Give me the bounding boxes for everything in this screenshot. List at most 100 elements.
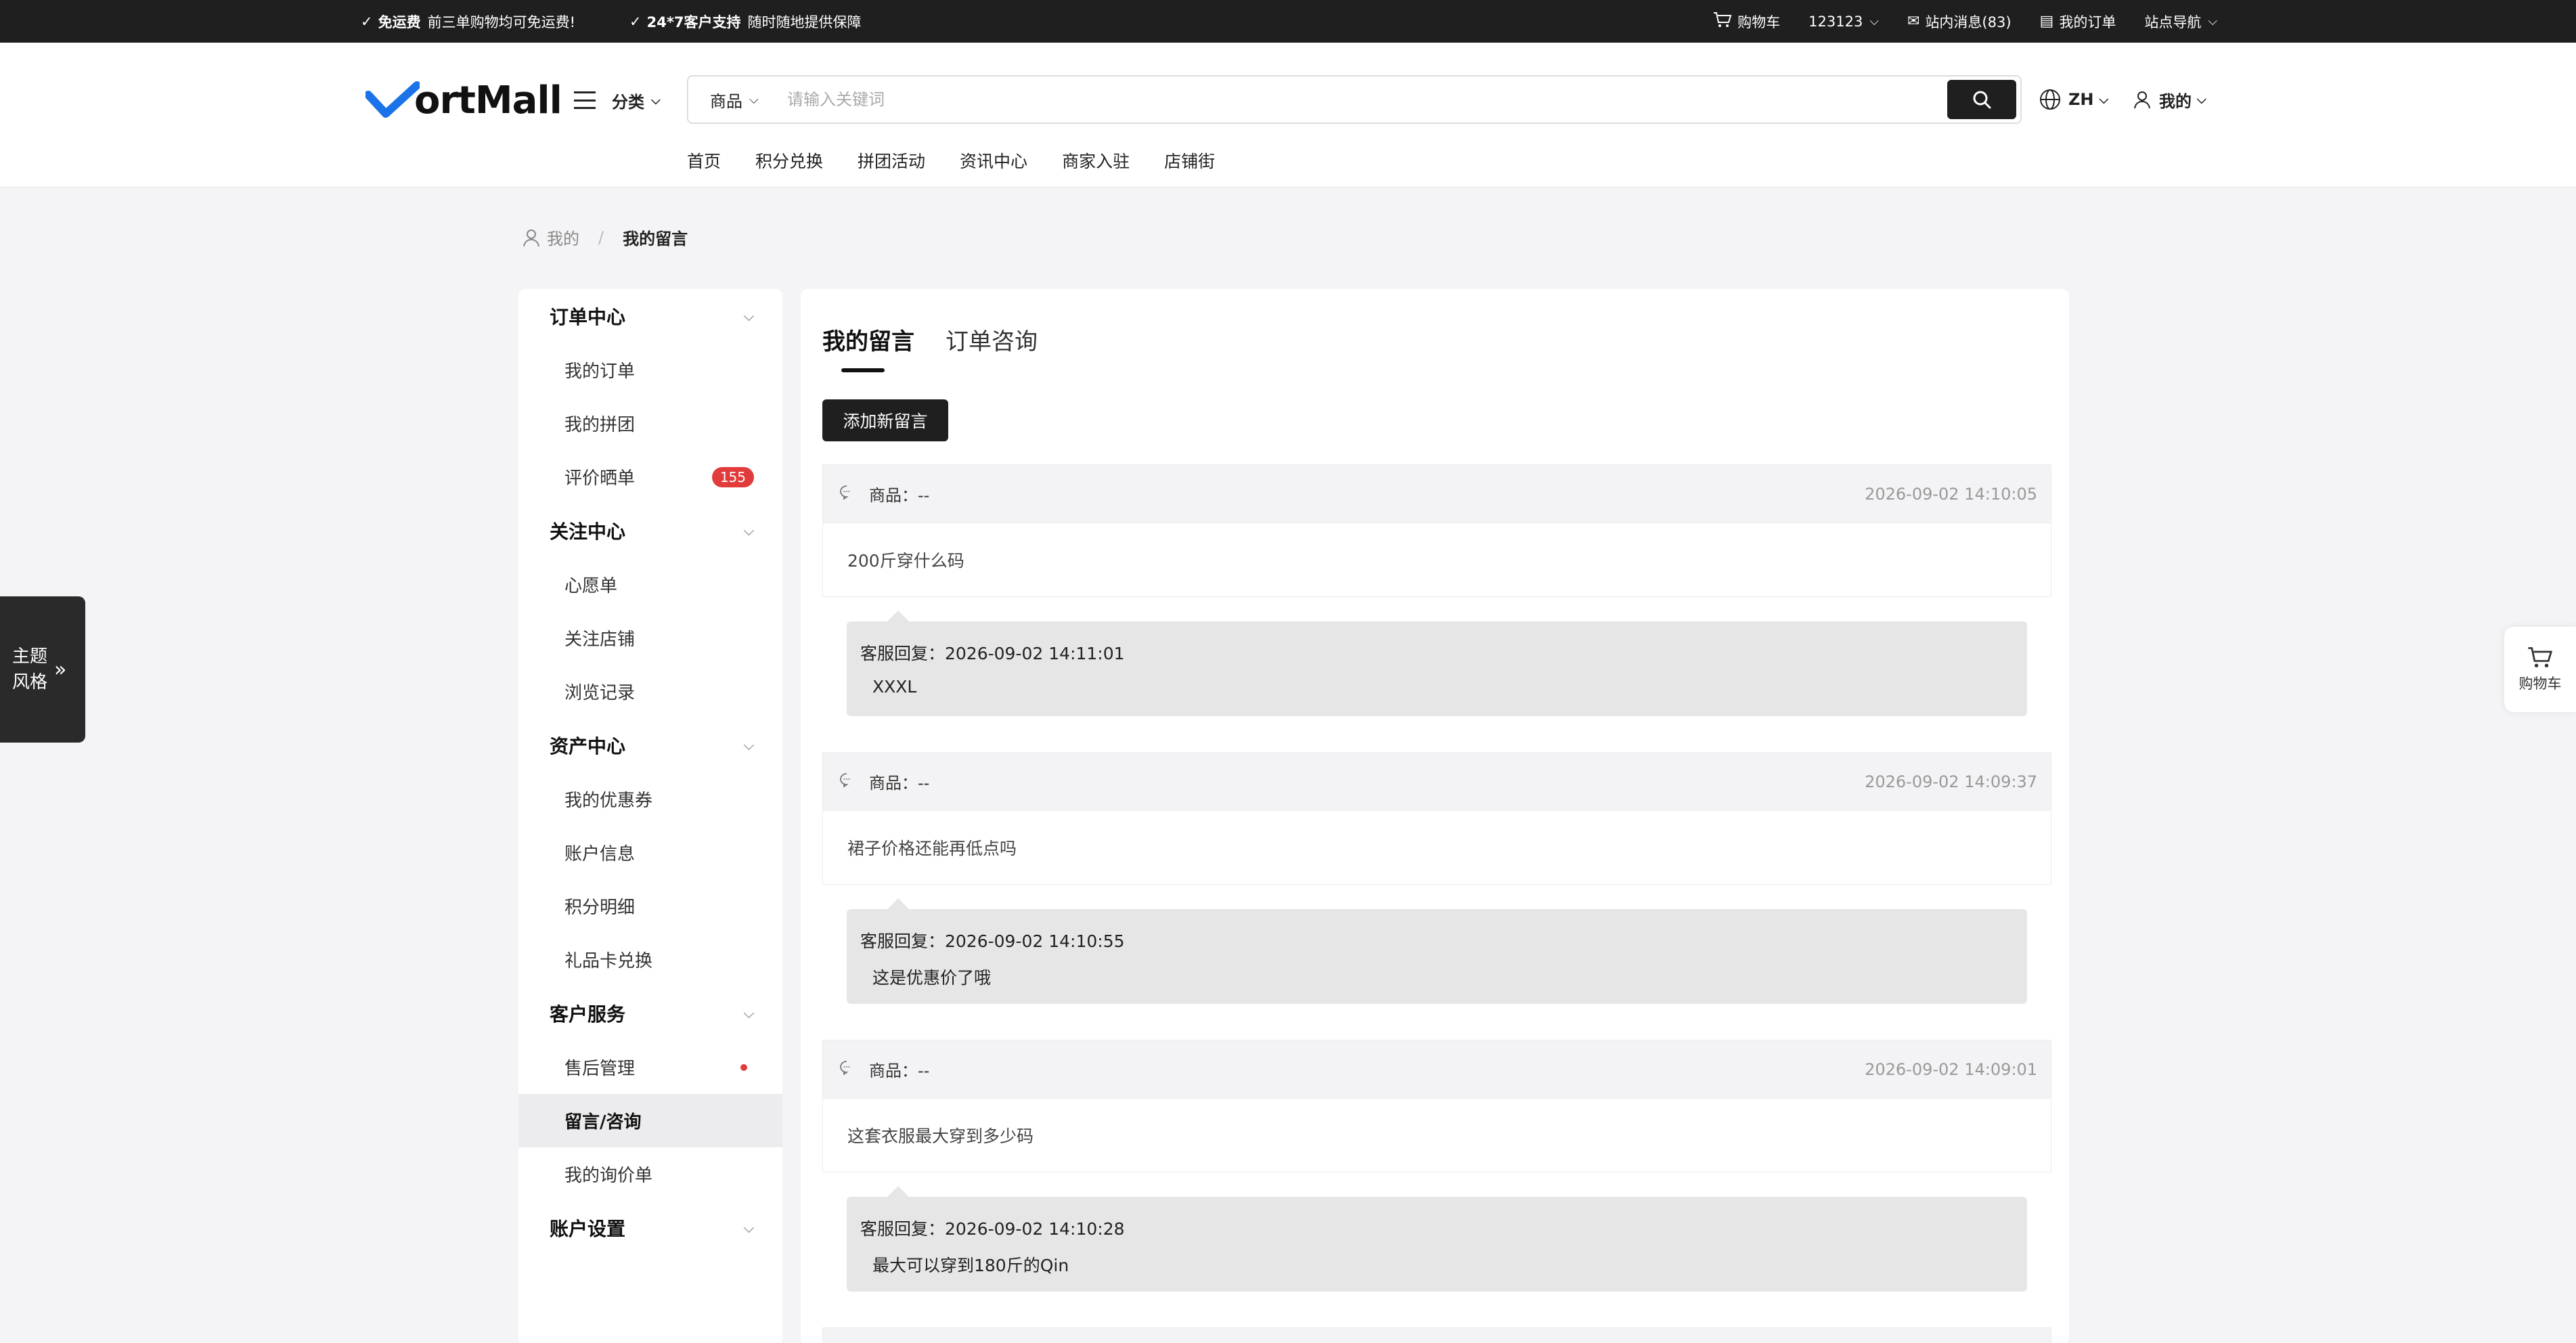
sidebar-item-label: 关注店铺 <box>564 630 636 650</box>
mail-icon: ✉ <box>1907 13 1920 30</box>
sidebar-item-label: 我的询价单 <box>564 1166 653 1186</box>
reply-label: 客服回复：2026-09-02 14:10:55 <box>860 931 1125 951</box>
sidebar-group-title: 订单中心 <box>550 306 626 328</box>
nav-news[interactable]: 资讯中心 <box>960 148 1027 173</box>
add-message-button[interactable]: 添加新留言 <box>822 399 948 441</box>
sidebar-item-label: 留言/咨询 <box>564 1112 642 1132</box>
cart-label: 购物车 <box>1737 14 1781 30</box>
chevron-down-icon: ⌵ <box>2208 14 2217 28</box>
floating-cart-button[interactable]: 购物车 <box>2504 627 2576 712</box>
chevron-down-icon: ⌵ <box>743 737 754 753</box>
comment-icon <box>839 772 854 791</box>
service-reply: 客服回复：2026-09-02 14:10:28 最大可以穿到180斤的Qin <box>847 1186 2027 1292</box>
logo[interactable]: ortMall <box>365 76 562 124</box>
sidebar-item-wishlist[interactable]: 心愿单 <box>518 558 782 611</box>
sidebar-item-reviews[interactable]: 评价晒单 155 <box>518 450 782 504</box>
nav-group-buy[interactable]: 拼团活动 <box>858 148 925 173</box>
logo-text: ortMall <box>414 78 562 123</box>
cart-icon <box>1713 12 1732 32</box>
main-content: 我的留言 订单咨询 添加新留言 商品：-- 2026-09-02 14:10:0… <box>801 289 2069 1343</box>
orders-label: 我的订单 <box>2059 14 2116 30</box>
messages-label: 站内消息(83) <box>1925 14 2012 30</box>
reply-content: 最大可以穿到180斤的Qin <box>872 1256 1069 1275</box>
sidebar-item-followed-stores[interactable]: 关注店铺 <box>518 611 782 665</box>
sidebar-group-assets-center[interactable]: 资产中心 ⌵ <box>518 718 782 772</box>
nav-points-exchange[interactable]: 积分兑换 <box>755 148 823 173</box>
message-card-partial <box>822 1327 2051 1343</box>
reply-content: 这是优惠价了哦 <box>872 968 992 988</box>
sidebar-item-coupons[interactable]: 我的优惠券 <box>518 772 782 826</box>
check-icon: ✓ <box>629 13 642 30</box>
sidebar-item-my-orders[interactable]: 我的订单 <box>518 343 782 397</box>
nav-store-street[interactable]: 店铺街 <box>1164 148 1215 173</box>
search-input[interactable] <box>770 79 1947 120</box>
tab-my-messages[interactable]: 我的留言 <box>822 323 914 372</box>
reply-label: 客服回复：2026-09-02 14:10:28 <box>860 1219 1125 1239</box>
account-menu[interactable]: 我的 ⌵ <box>2132 85 2206 114</box>
category-menu-button[interactable]: 分类 ⌵ <box>574 83 661 117</box>
message-header: 商品：-- 2026-09-02 14:10:05 <box>822 464 2051 523</box>
message-time: 2026-09-02 14:10:05 <box>1865 484 2037 504</box>
search-scope-select[interactable]: 商品 ⌵ <box>688 88 770 112</box>
sidebar-item-label: 心愿单 <box>564 576 618 596</box>
search-button[interactable] <box>1947 80 2016 119</box>
messages-link[interactable]: ✉ 站内消息(83) <box>1907 12 2012 32</box>
service-reply: 客服回复：2026-09-02 14:11:01 XXXL <box>847 611 2027 716</box>
nav-home[interactable]: 首页 <box>687 148 721 173</box>
sidebar-group-account-settings[interactable]: 账户设置 ⌵ <box>518 1201 782 1255</box>
tab-bar: 我的留言 订单咨询 <box>822 323 1069 372</box>
message-header: 商品：-- 2026-09-02 14:09:37 <box>822 752 2051 810</box>
message-card: 商品：-- 2026-09-02 14:10:05 200斤穿什么码 客服回复：… <box>822 464 2051 716</box>
sidebar-group-follow-center[interactable]: 关注中心 ⌵ <box>518 504 782 558</box>
chevron-down-icon: ⌵ <box>743 308 754 324</box>
user-menu[interactable]: 123123 ⌵ <box>1808 14 1879 30</box>
notification-dot <box>740 1063 747 1071</box>
site-nav-label: 站点导航 <box>2144 14 2202 30</box>
sidebar-item-browsing-history[interactable]: 浏览记录 <box>518 665 782 718</box>
top-bar: ✓ 免运费 前三单购物均可免运费! ✓ 24*7客户支持 随时随地提供保障 购物… <box>0 0 2576 43</box>
message-product: 商品：-- <box>869 486 930 505</box>
comment-icon <box>839 1060 854 1079</box>
chevron-down-icon: ⌵ <box>2099 92 2109 107</box>
sidebar-item-after-sales[interactable]: 售后管理 <box>518 1040 782 1094</box>
sidebar-item-account-info[interactable]: 账户信息 <box>518 826 782 879</box>
sidebar-item-gift-card[interactable]: 礼品卡兑换 <box>518 933 782 986</box>
message-product: 商品：-- <box>869 774 930 793</box>
site-nav-menu[interactable]: 站点导航 ⌵ <box>2144 12 2217 32</box>
search-bar: 商品 ⌵ <box>687 75 2022 124</box>
tab-order-consult[interactable]: 订单咨询 <box>946 323 1038 356</box>
sidebar-item-inquiry-list[interactable]: 我的询价单 <box>518 1147 782 1201</box>
theme-label-line1: 主题 <box>12 646 48 667</box>
sidebar-item-points-detail[interactable]: 积分明细 <box>518 879 782 933</box>
floating-cart-label: 购物车 <box>2518 676 2562 692</box>
sidebar-item-messages-consult[interactable]: 留言/咨询 <box>518 1094 782 1147</box>
topbar-cart-link[interactable]: 购物车 <box>1713 12 1780 32</box>
sidebar-group-customer-service[interactable]: 客户服务 ⌵ <box>518 986 782 1040</box>
promo-text: 随时随地提供保障 <box>747 14 862 30</box>
sidebar-item-label: 售后管理 <box>564 1059 636 1079</box>
promo-title: 24*7客户支持 <box>646 14 741 30</box>
breadcrumb-separator: / <box>598 227 604 247</box>
sidebar-group-order-center[interactable]: 订单中心 ⌵ <box>518 289 782 343</box>
message-content: 裙子价格还能再低点吗 <box>822 810 2051 885</box>
search-scope-label: 商品 <box>710 91 742 111</box>
breadcrumb: 我的 / 我的留言 <box>521 225 688 249</box>
header: ortMall 分类 ⌵ 商品 ⌵ ZH ⌵ 我的 ⌵ 首页 积分兑换 拼团活动… <box>0 43 2576 188</box>
logo-mark-icon <box>365 81 420 118</box>
my-orders-link[interactable]: ▤ 我的订单 <box>2040 12 2116 32</box>
language-switcher[interactable]: ZH ⌵ <box>2039 85 2108 114</box>
sidebar-group-title: 账户设置 <box>550 1218 626 1240</box>
cart-icon <box>2528 647 2553 667</box>
account-sidebar: 订单中心 ⌵ 我的订单 我的拼团 评价晒单 155 关注中心 ⌵ 心愿单 关注店… <box>518 289 782 1343</box>
language-label: ZH <box>2068 90 2094 109</box>
username: 123123 <box>1808 13 1863 30</box>
sidebar-item-my-group-buy[interactable]: 我的拼团 <box>518 397 782 450</box>
account-label: 我的 <box>2159 91 2192 111</box>
breadcrumb-root[interactable]: 我的 <box>547 225 579 249</box>
sidebar-item-label: 礼品卡兑换 <box>564 951 653 971</box>
sidebar-item-label: 账户信息 <box>564 844 636 864</box>
message-content: 200斤穿什么码 <box>822 523 2051 597</box>
theme-style-tab[interactable]: 主题 风格 » <box>0 596 85 743</box>
free-shipping-promo: ✓ 免运费 前三单购物均可免运费! <box>361 12 575 32</box>
nav-merchant-join[interactable]: 商家入驻 <box>1062 148 1130 173</box>
